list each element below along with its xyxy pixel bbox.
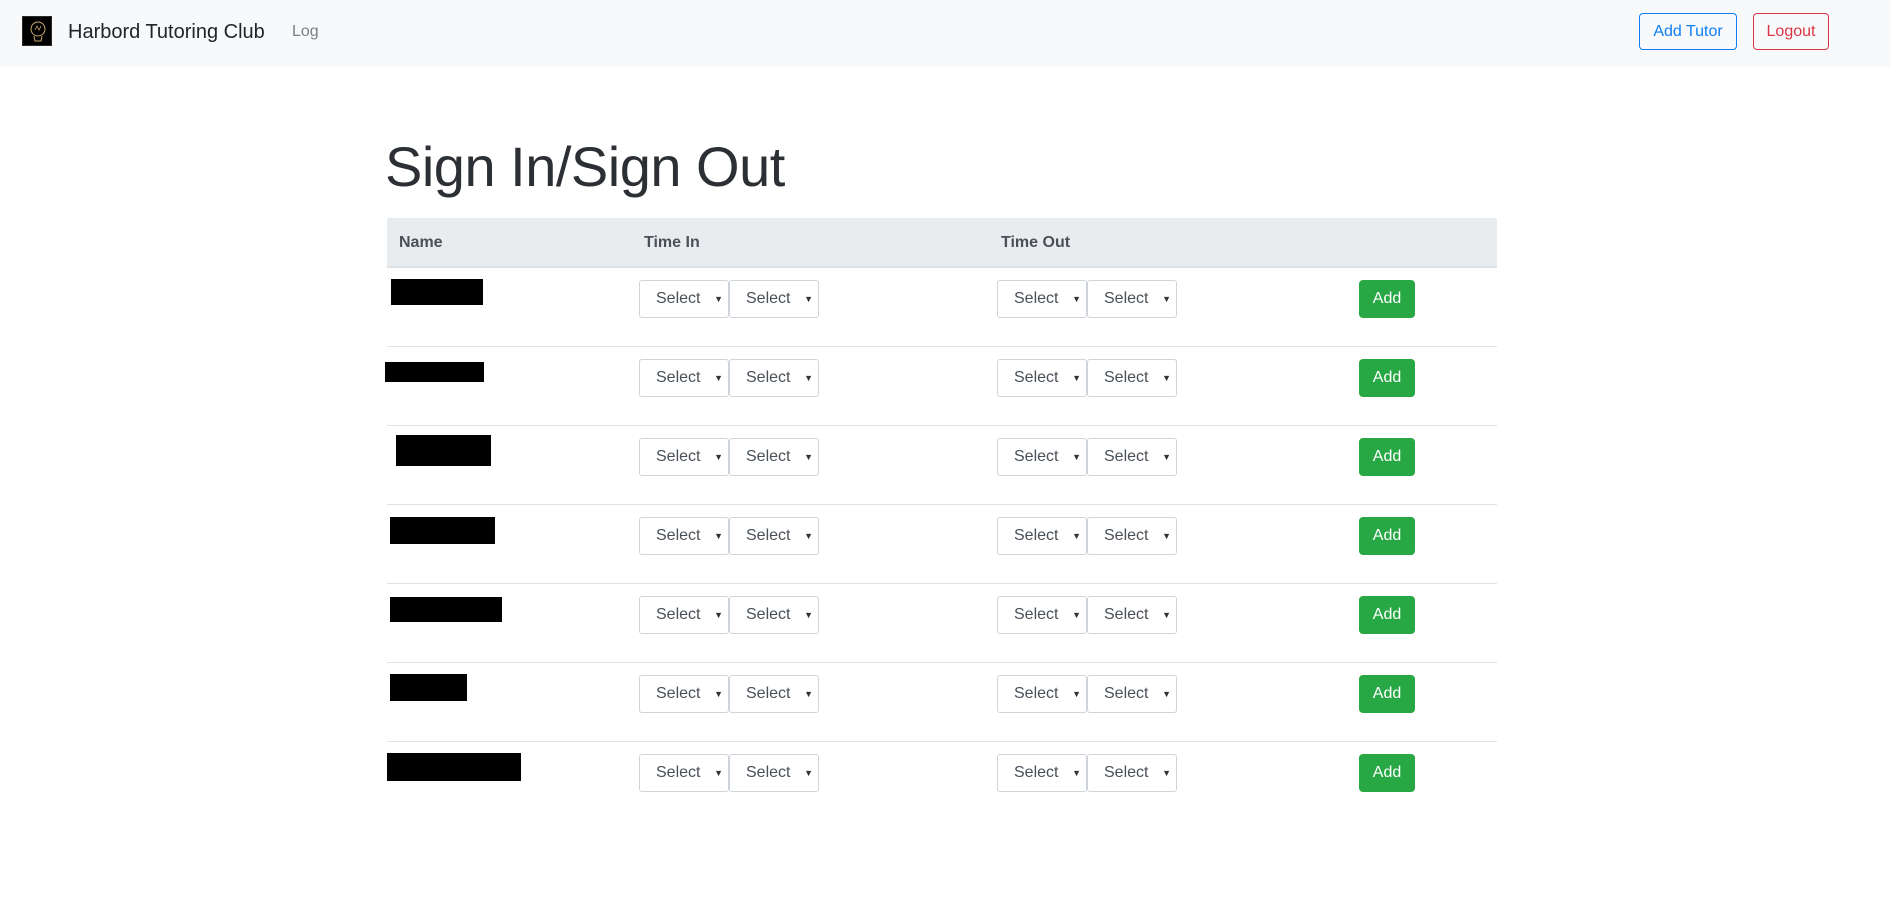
caret-down-icon: ▼ <box>804 689 813 699</box>
time-out-minute-select[interactable]: Select ▼ <box>1087 280 1177 318</box>
caret-down-icon: ▼ <box>1072 689 1081 699</box>
brand-name[interactable]: Harbord Tutoring Club <box>68 18 265 46</box>
caret-down-icon: ▼ <box>804 294 813 304</box>
time-out-hour-select[interactable]: Select ▼ <box>997 596 1087 634</box>
add-button[interactable]: Add <box>1359 754 1415 792</box>
time-in-hour-select[interactable]: Select ▼ <box>639 280 729 318</box>
navbar: Harbord Tutoring Club Log Add Tutor Logo… <box>0 0 1890 67</box>
redacted-name <box>396 435 491 466</box>
redacted-name <box>391 279 483 305</box>
caret-down-icon: ▼ <box>1162 689 1171 699</box>
time-out-hour-select[interactable]: Select ▼ <box>997 675 1087 713</box>
time-in-hour-select[interactable]: Select ▼ <box>639 754 729 792</box>
time-out-hour-select[interactable]: Select ▼ <box>997 438 1087 476</box>
time-in-hour-select[interactable]: Select ▼ <box>639 438 729 476</box>
caret-down-icon: ▼ <box>1162 294 1171 304</box>
table-row: Select ▼ Select ▼ Select ▼ Select ▼ Add <box>385 347 1497 426</box>
add-tutor-button[interactable]: Add Tutor <box>1639 13 1737 50</box>
caret-down-icon: ▼ <box>1072 373 1081 383</box>
redacted-name <box>390 597 502 622</box>
time-out-minute-select[interactable]: Select ▼ <box>1087 675 1177 713</box>
redacted-name <box>390 674 467 701</box>
caret-down-icon: ▼ <box>1072 768 1081 778</box>
time-in-hour-select[interactable]: Select ▼ <box>639 359 729 397</box>
add-button[interactable]: Add <box>1359 675 1415 713</box>
caret-down-icon: ▼ <box>1162 452 1171 462</box>
caret-down-icon: ▼ <box>714 531 723 541</box>
caret-down-icon: ▼ <box>1162 531 1171 541</box>
caret-down-icon: ▼ <box>804 531 813 541</box>
add-button[interactable]: Add <box>1359 438 1415 476</box>
redacted-name <box>385 362 484 382</box>
caret-down-icon: ▼ <box>714 452 723 462</box>
redacted-name <box>387 753 521 781</box>
time-out-hour-select[interactable]: Select ▼ <box>997 517 1087 555</box>
caret-down-icon: ▼ <box>714 373 723 383</box>
caret-down-icon: ▼ <box>1072 610 1081 620</box>
time-in-minute-select[interactable]: Select ▼ <box>729 754 819 792</box>
time-in-minute-select[interactable]: Select ▼ <box>729 596 819 634</box>
time-out-hour-select[interactable]: Select ▼ <box>997 280 1087 318</box>
time-out-minute-select[interactable]: Select ▼ <box>1087 438 1177 476</box>
caret-down-icon: ▼ <box>1072 452 1081 462</box>
table-row: Select ▼ Select ▼ Select ▼ Select ▼ Add <box>387 742 1497 821</box>
time-in-minute-select[interactable]: Select ▼ <box>729 675 819 713</box>
caret-down-icon: ▼ <box>1162 373 1171 383</box>
time-out-hour-select[interactable]: Select ▼ <box>997 754 1087 792</box>
time-in-hour-select[interactable]: Select ▼ <box>639 517 729 555</box>
page-title: Sign In/Sign Out <box>385 135 785 198</box>
time-out-minute-select[interactable]: Select ▼ <box>1087 596 1177 634</box>
time-out-minute-select[interactable]: Select ▼ <box>1087 359 1177 397</box>
caret-down-icon: ▼ <box>714 768 723 778</box>
time-in-minute-select[interactable]: Select ▼ <box>729 280 819 318</box>
caret-down-icon: ▼ <box>804 610 813 620</box>
time-in-minute-select[interactable]: Select ▼ <box>729 517 819 555</box>
time-out-minute-select[interactable]: Select ▼ <box>1087 517 1177 555</box>
caret-down-icon: ▼ <box>804 373 813 383</box>
column-header-name: Name <box>399 234 443 251</box>
redacted-name <box>390 517 495 544</box>
caret-down-icon: ▼ <box>1162 768 1171 778</box>
add-button[interactable]: Add <box>1359 280 1415 318</box>
table-row: Select ▼ Select ▼ Select ▼ Select ▼ Add <box>387 663 1497 742</box>
logout-button[interactable]: Logout <box>1753 13 1829 50</box>
nav-link-log[interactable]: Log <box>292 21 319 43</box>
add-button[interactable]: Add <box>1359 359 1415 397</box>
caret-down-icon: ▼ <box>1162 610 1171 620</box>
caret-down-icon: ▼ <box>804 452 813 462</box>
table-row: Select ▼ Select ▼ Select ▼ Select ▼ Add <box>387 268 1497 347</box>
add-button[interactable]: Add <box>1359 596 1415 634</box>
table-row: Select ▼ Select ▼ Select ▼ Select ▼ Add <box>387 505 1497 584</box>
table-header: Name Time In Time Out <box>387 218 1497 268</box>
caret-down-icon: ▼ <box>714 294 723 304</box>
column-header-time-in: Time In <box>644 234 700 251</box>
time-in-minute-select[interactable]: Select ▼ <box>729 359 819 397</box>
caret-down-icon: ▼ <box>804 768 813 778</box>
table-row: Select ▼ Select ▼ Select ▼ Select ▼ Add <box>387 584 1497 663</box>
lightbulb-logo-icon[interactable] <box>22 16 52 46</box>
column-header-time-out: Time Out <box>1001 234 1071 251</box>
time-out-minute-select[interactable]: Select ▼ <box>1087 754 1177 792</box>
time-out-hour-select[interactable]: Select ▼ <box>997 359 1087 397</box>
sign-in-table: Name Time In Time Out Select ▼ Select ▼ Se… <box>385 218 1497 821</box>
add-button[interactable]: Add <box>1359 517 1415 555</box>
time-in-hour-select[interactable]: Select ▼ <box>639 675 729 713</box>
caret-down-icon: ▼ <box>714 610 723 620</box>
table-row: Select ▼ Select ▼ Select ▼ Select ▼ Add <box>387 426 1497 505</box>
caret-down-icon: ▼ <box>1072 531 1081 541</box>
time-in-minute-select[interactable]: Select ▼ <box>729 438 819 476</box>
time-in-hour-select[interactable]: Select ▼ <box>639 596 729 634</box>
caret-down-icon: ▼ <box>714 689 723 699</box>
caret-down-icon: ▼ <box>1072 294 1081 304</box>
